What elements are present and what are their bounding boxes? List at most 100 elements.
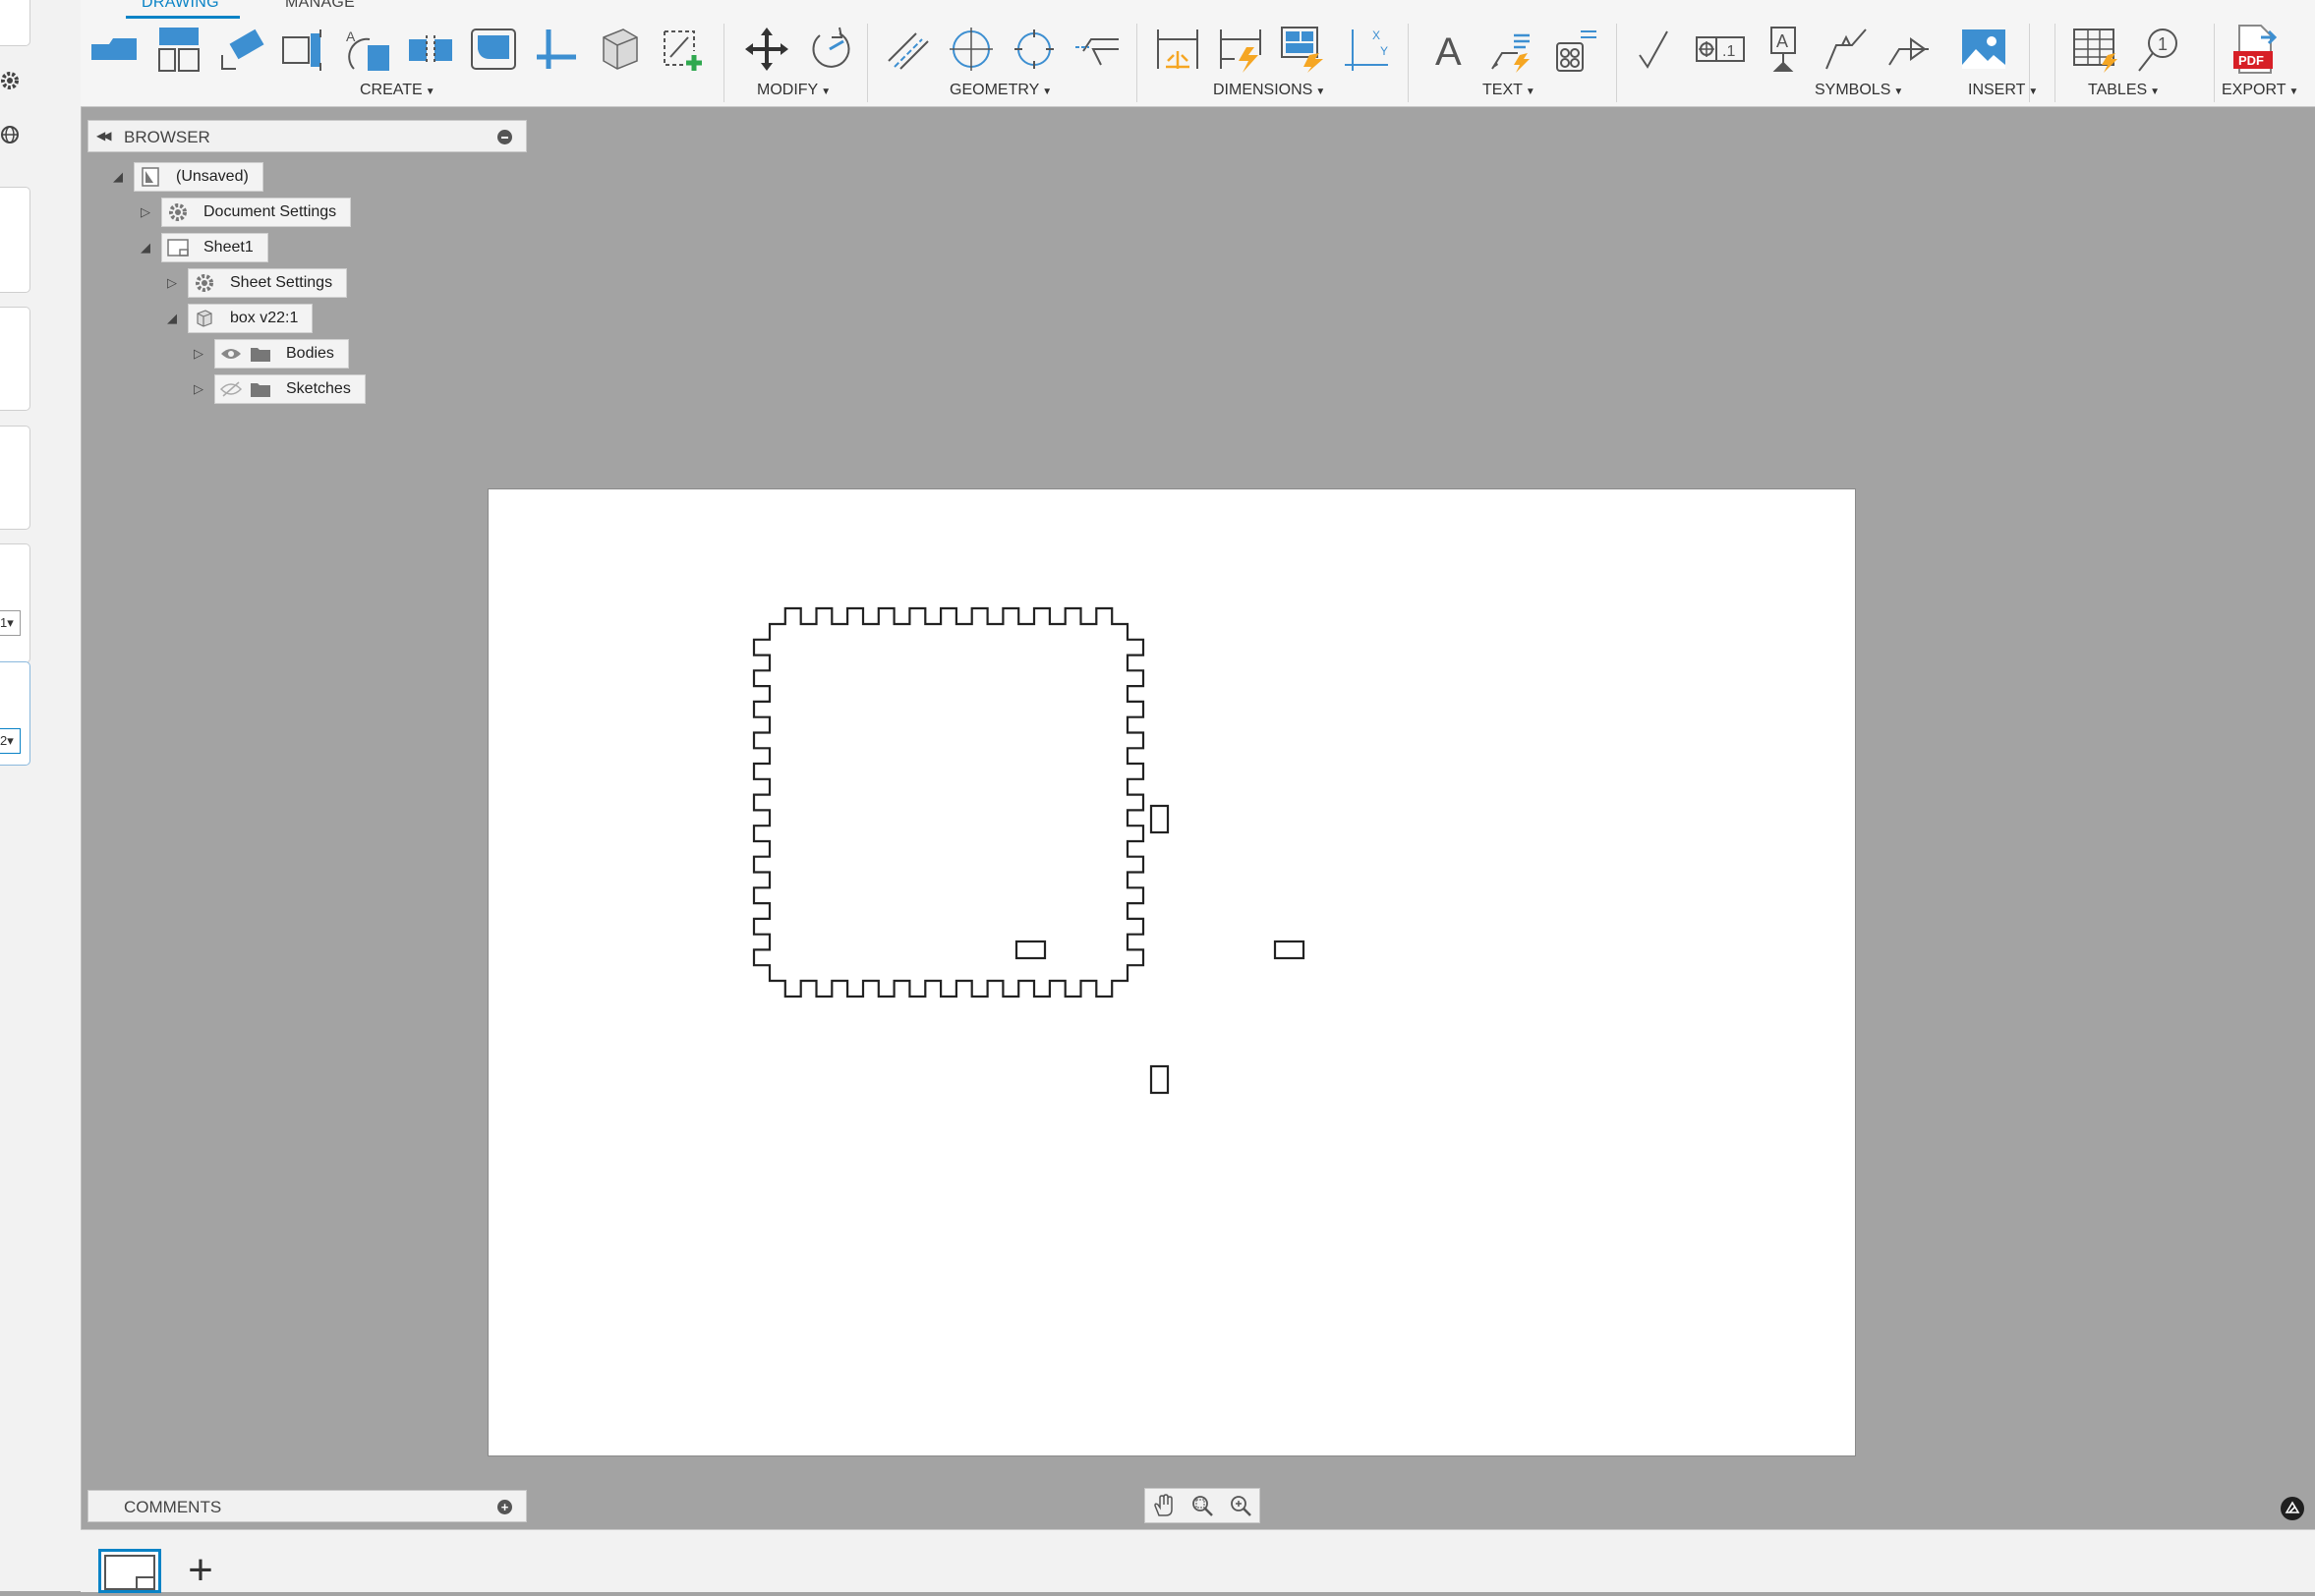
expand-arrow-icon[interactable]: ▷ (191, 346, 206, 362)
svg-text:Y: Y (1380, 44, 1388, 58)
minimize-browser-icon[interactable] (497, 130, 512, 144)
tree-node-box-component[interactable]: ◢ box v22:1 (164, 304, 314, 333)
export-pdf-icon[interactable]: PDF (2229, 24, 2281, 75)
tree-node-sketches[interactable]: ▷ Sketches (191, 374, 366, 404)
datum-identifier-icon[interactable]: A (1758, 24, 1809, 75)
export-menu[interactable]: EXPORT ▼ (2222, 82, 2298, 99)
break-view-icon[interactable] (405, 24, 456, 75)
toolbar-separator (723, 24, 724, 102)
symbols-menu[interactable]: SYMBOLS ▼ (1815, 82, 1903, 99)
pan-icon[interactable] (1150, 1492, 1178, 1519)
left-panel-card (0, 187, 30, 293)
modify-menu[interactable]: MODIFY ▼ (757, 82, 831, 99)
sheet-icon (164, 234, 192, 261)
drawing-view[interactable] (489, 489, 1857, 1457)
collapse-arrow-icon[interactable]: ◢ (164, 311, 180, 326)
drawing-document-icon (137, 163, 164, 191)
svg-text:PDF: PDF (2238, 53, 2264, 68)
edge-extension-icon[interactable] (1071, 24, 1123, 75)
sketch-create-icon[interactable] (657, 24, 708, 75)
detail-view-icon[interactable]: A (342, 24, 393, 75)
projected-view-icon[interactable] (153, 24, 204, 75)
box-panel-outline (752, 606, 1145, 998)
center-mark-pattern-icon[interactable] (1009, 24, 1060, 75)
dimensions-menu[interactable]: DIMENSIONS ▼ (1213, 82, 1325, 99)
tree-node-sheet-settings[interactable]: ▷ Sheet Settings (164, 268, 348, 298)
tree-node-document-settings[interactable]: ▷ Document Settings (138, 198, 352, 227)
svg-text:X: X (1372, 28, 1380, 42)
create-menu[interactable]: CREATE ▼ (360, 82, 435, 99)
note-icon[interactable] (1549, 24, 1600, 75)
left-dropdown-1[interactable]: 1▾ (0, 610, 21, 636)
auxiliary-view-icon[interactable] (216, 24, 267, 75)
table-icon[interactable] (2070, 24, 2121, 75)
autodesk-assistant-icon[interactable] (2281, 1497, 2304, 1520)
balloon-icon[interactable]: 1 (2133, 24, 2184, 75)
tab-drawing[interactable]: DRAWING (142, 0, 219, 12)
eye-hidden-icon[interactable] (217, 375, 245, 403)
taper-slope-icon[interactable] (1883, 24, 1935, 75)
zoom-window-icon[interactable] (1188, 1492, 1216, 1519)
component-icon (191, 305, 218, 332)
dimension-icon[interactable] (1152, 24, 1203, 75)
comments-title: COMMENTS (124, 1498, 222, 1516)
expand-arrow-icon[interactable]: ▷ (191, 381, 206, 397)
add-comment-icon[interactable]: + (497, 1500, 512, 1514)
insert-image-icon[interactable] (1958, 24, 2009, 75)
drawing-sheet[interactable] (488, 488, 1856, 1456)
comments-panel[interactable]: COMMENTS + (87, 1490, 527, 1522)
tables-menu[interactable]: TABLES ▼ (2088, 82, 2160, 99)
weld-symbol-icon[interactable] (1821, 24, 1872, 75)
ordinate-dimension-icon[interactable] (1215, 24, 1266, 75)
text-menu[interactable]: TEXT ▼ (1482, 82, 1535, 99)
folder-icon (247, 340, 274, 368)
svg-text:A: A (346, 28, 356, 44)
toolbar-separator (1616, 24, 1617, 102)
feature-control-frame-icon[interactable]: .1 (1695, 24, 1746, 75)
move-icon[interactable] (741, 24, 792, 75)
left-panel-card (0, 307, 30, 411)
tree-node-unsaved[interactable]: ◢ (Unsaved) (110, 162, 263, 192)
left-panel-card (0, 426, 30, 530)
expand-arrow-icon[interactable]: ▷ (164, 275, 180, 291)
gear-icon (191, 269, 218, 297)
collapse-panel-icon[interactable]: ◀◀ (96, 129, 112, 142)
geometry-menu[interactable]: GEOMETRY ▼ (950, 82, 1052, 99)
move-to-sheet-icon[interactable] (531, 24, 582, 75)
svg-text:.1: .1 (1722, 43, 1735, 60)
insert-menu[interactable]: INSERT ▼ (1968, 82, 2038, 99)
auto-dimension-icon[interactable] (1278, 24, 1329, 75)
collapse-arrow-icon[interactable]: ◢ (138, 240, 153, 256)
zoom-icon[interactable] (1227, 1492, 1254, 1519)
collapse-arrow-icon[interactable]: ◢ (110, 169, 126, 185)
left-panel-button[interactable] (0, 0, 30, 46)
expand-arrow-icon[interactable]: ▷ (138, 204, 153, 220)
toolbar-separator (1136, 24, 1137, 102)
sheet-thumbnail-1[interactable] (98, 1549, 161, 1593)
gear-icon[interactable] (0, 69, 24, 92)
globe-settings-icon[interactable] (0, 124, 24, 147)
base-view-icon[interactable] (88, 24, 140, 75)
crop-view-icon[interactable] (468, 24, 519, 75)
component-view-icon[interactable] (594, 24, 645, 75)
eye-visible-icon[interactable] (217, 340, 245, 368)
rotate-icon[interactable] (804, 24, 855, 75)
toolbar-separator (1408, 24, 1409, 102)
section-view-icon[interactable] (279, 24, 330, 75)
tab-manage[interactable]: MANAGE (285, 0, 355, 12)
tree-node-sheet1[interactable]: ◢ Sheet1 (138, 233, 268, 262)
center-mark-icon[interactable] (946, 24, 997, 75)
toolbar-separator (2214, 24, 2215, 102)
browser-panel-header[interactable]: ◀◀ BROWSER (87, 120, 527, 152)
slot-right (1273, 940, 1305, 960)
centerline-icon[interactable] (883, 24, 934, 75)
surface-texture-icon[interactable] (1632, 24, 1683, 75)
text-icon[interactable]: A (1423, 24, 1475, 75)
baseline-dimension-icon[interactable]: XY (1341, 24, 1392, 75)
leader-text-icon[interactable] (1486, 24, 1537, 75)
navigation-bar (1144, 1488, 1260, 1523)
tree-node-bodies[interactable]: ▷ Bodies (191, 339, 349, 369)
left-dropdown-2[interactable]: 2▾ (0, 728, 21, 754)
browser-title: BROWSER (124, 128, 210, 146)
add-sheet-icon[interactable]: + (181, 1549, 220, 1592)
